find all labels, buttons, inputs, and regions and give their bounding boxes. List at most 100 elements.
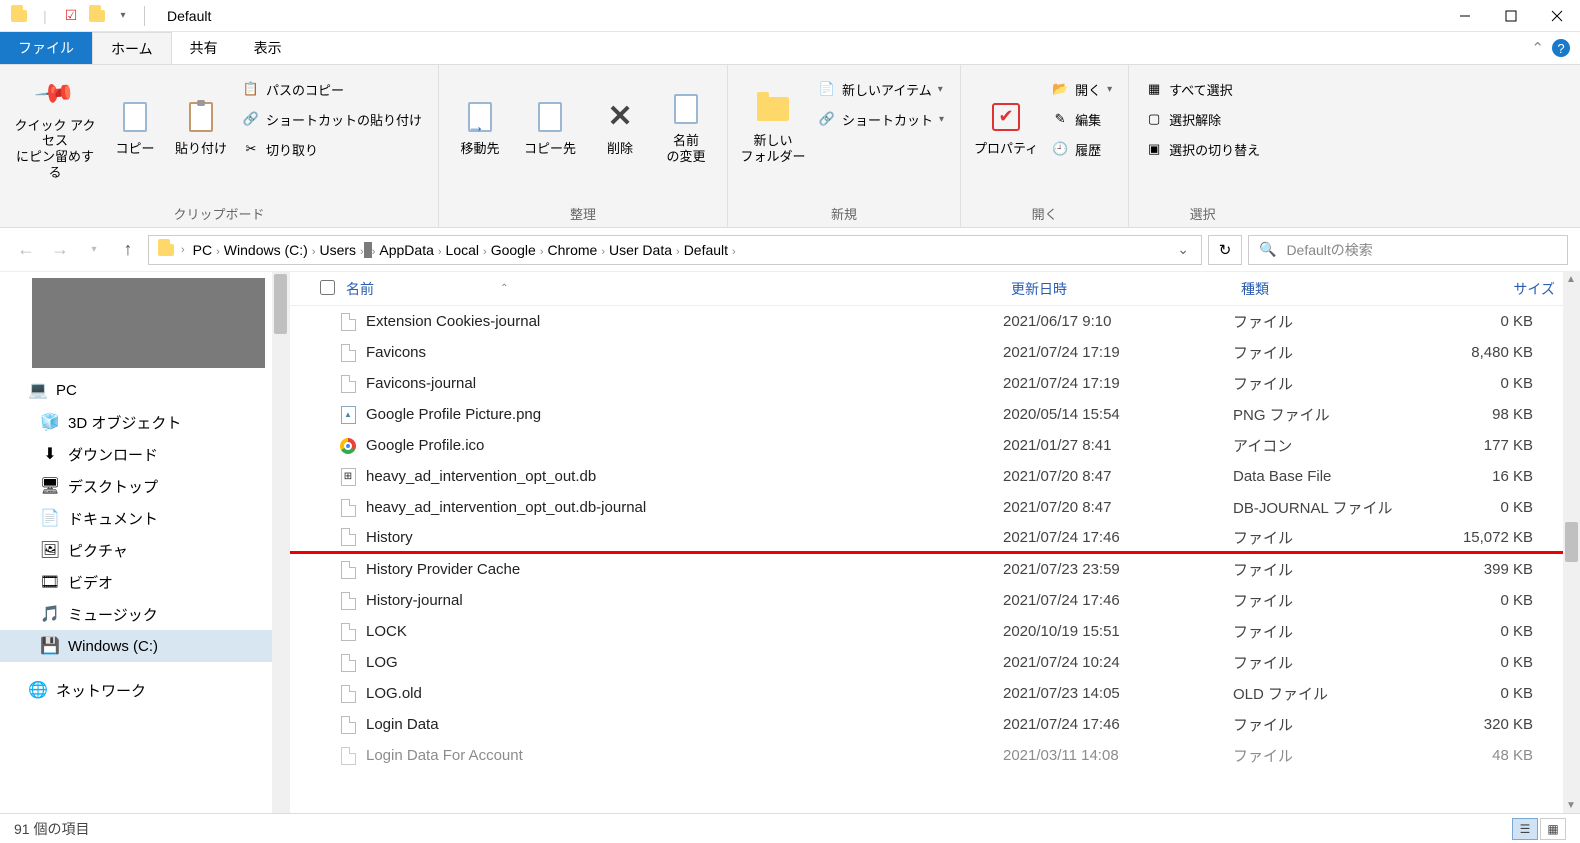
- copy-button[interactable]: コピー: [104, 69, 166, 185]
- shortcut-button[interactable]: 🔗ショートカット ▾: [812, 105, 950, 133]
- qat-dropdown-icon[interactable]: ▾: [112, 5, 134, 27]
- delete-button[interactable]: ✕削除: [589, 69, 651, 185]
- file-row[interactable]: History-journal2021/07/24 17:46ファイル0 KB: [290, 585, 1563, 616]
- sidebar-item-download[interactable]: ⬇ダウンロード: [0, 438, 289, 470]
- tab-view[interactable]: 表示: [236, 32, 300, 64]
- file-row[interactable]: History2021/07/24 17:46ファイル15,072 KB: [290, 523, 1563, 554]
- column-headers: 名前⌃ 更新日時 種類 サイズ: [290, 272, 1563, 306]
- edit-button[interactable]: ✎編集: [1045, 105, 1118, 133]
- file-row[interactable]: heavy_ad_intervention_opt_out.db-journal…: [290, 492, 1563, 523]
- new-item-button[interactable]: 📄新しいアイテム ▾: [812, 75, 950, 103]
- address-dropdown[interactable]: ⌄: [1171, 241, 1195, 258]
- breadcrumb-8[interactable]: User Data: [605, 242, 676, 258]
- help-icon[interactable]: ?: [1552, 39, 1570, 57]
- breadcrumb-6[interactable]: Google: [487, 242, 540, 258]
- group-label-organize: 整理: [570, 202, 596, 225]
- refresh-button[interactable]: ↻: [1208, 235, 1242, 265]
- history-button[interactable]: 🕘履歴: [1045, 135, 1118, 163]
- tab-home[interactable]: ホーム: [92, 32, 172, 64]
- search-input[interactable]: 🔍 Defaultの検索: [1248, 235, 1568, 265]
- breadcrumb-9[interactable]: Default: [680, 242, 732, 258]
- sidebar-item-video[interactable]: 🎞ビデオ: [0, 566, 289, 598]
- chevron-right-icon[interactable]: ›: [540, 246, 544, 258]
- forward-button[interactable]: →: [46, 236, 74, 264]
- group-label-clipboard: クリップボード: [174, 202, 265, 225]
- copy-to-button[interactable]: コピー先: [515, 69, 585, 185]
- sidebar-item-picture[interactable]: 🖼ピクチャ: [0, 534, 289, 566]
- new-folder-button[interactable]: 新しい フォルダー: [738, 69, 808, 185]
- ribbon-collapse-icon[interactable]: ⌃: [1531, 39, 1544, 57]
- sidebar-item-cube[interactable]: 🧊3D オブジェクト: [0, 406, 289, 438]
- sidebar-scrollbar[interactable]: [272, 272, 289, 813]
- properties-qat-icon[interactable]: ☑: [60, 5, 82, 27]
- chevron-right-icon[interactable]: ›: [438, 246, 442, 258]
- minimize-button[interactable]: [1442, 0, 1488, 32]
- file-row[interactable]: ▲Google Profile Picture.png2020/05/14 15…: [290, 399, 1563, 430]
- file-size: 0 KB: [1423, 685, 1563, 702]
- file-row[interactable]: ⊞heavy_ad_intervention_opt_out.db2021/07…: [290, 461, 1563, 492]
- view-details-button[interactable]: ☰: [1512, 818, 1538, 840]
- breadcrumb-1[interactable]: Windows (C:): [220, 242, 312, 258]
- column-type[interactable]: 種類: [1233, 279, 1423, 299]
- breadcrumb-2[interactable]: Users: [315, 242, 360, 258]
- select-all-icon: ▦: [1145, 80, 1163, 98]
- properties-button[interactable]: ✔プロパティ: [971, 69, 1041, 185]
- select-all-checkbox[interactable]: [320, 280, 335, 295]
- breadcrumb-0[interactable]: PC: [189, 242, 216, 258]
- sidebar-item-music[interactable]: 🎵ミュージック: [0, 598, 289, 630]
- breadcrumb-7[interactable]: Chrome: [544, 242, 602, 258]
- up-button[interactable]: ↑: [114, 236, 142, 264]
- cut-button[interactable]: ✂切り取り: [236, 135, 428, 163]
- group-label-new: 新規: [831, 202, 857, 225]
- sidebar-network[interactable]: 🌐ネットワーク: [0, 674, 289, 706]
- file-row[interactable]: LOCK2020/10/19 15:51ファイル0 KB: [290, 616, 1563, 647]
- new-folder-qat-icon[interactable]: [86, 5, 108, 27]
- sidebar-redacted: [32, 278, 265, 368]
- paste-shortcut-button[interactable]: 🔗ショートカットの貼り付け: [236, 105, 428, 133]
- chevron-right-icon[interactable]: ›: [181, 244, 185, 256]
- file-row[interactable]: Google Profile.ico2021/01/27 8:41アイコン177…: [290, 430, 1563, 461]
- tab-share[interactable]: 共有: [172, 32, 236, 64]
- content-scrollbar[interactable]: [1563, 272, 1580, 813]
- sidebar-item-document[interactable]: 📄ドキュメント: [0, 502, 289, 534]
- file-type: ファイル: [1233, 621, 1423, 642]
- rename-button[interactable]: 名前 の変更: [655, 69, 717, 185]
- copy-path-button[interactable]: 📋パスのコピー: [236, 75, 428, 103]
- deselect-button[interactable]: ▢選択解除: [1139, 105, 1266, 133]
- maximize-button[interactable]: [1488, 0, 1534, 32]
- sidebar-item-desktop[interactable]: 🖥デスクトップ: [0, 470, 289, 502]
- chevron-right-icon[interactable]: ›: [732, 246, 736, 258]
- breadcrumb-3[interactable]: [364, 242, 372, 258]
- select-all-button[interactable]: ▦すべて選択: [1139, 75, 1266, 103]
- back-button[interactable]: ←: [12, 236, 40, 264]
- invert-selection-button[interactable]: ▣選択の切り替え: [1139, 135, 1266, 163]
- column-size[interactable]: サイズ: [1423, 279, 1563, 299]
- view-icons-button[interactable]: ▦: [1540, 818, 1566, 840]
- sidebar-pc[interactable]: 💻PC: [0, 374, 289, 406]
- file-row[interactable]: LOG2021/07/24 10:24ファイル0 KB: [290, 647, 1563, 678]
- file-row[interactable]: LOG.old2021/07/23 14:05OLD ファイル0 KB: [290, 678, 1563, 709]
- file-row[interactable]: Favicons2021/07/24 17:19ファイル8,480 KB: [290, 337, 1563, 368]
- column-date[interactable]: 更新日時: [1003, 279, 1233, 299]
- close-button[interactable]: [1534, 0, 1580, 32]
- video-icon: 🎞: [40, 572, 60, 592]
- recent-dropdown[interactable]: ▾: [80, 236, 108, 264]
- file-type: Data Base File: [1233, 468, 1423, 485]
- column-name[interactable]: 名前⌃: [338, 279, 1003, 299]
- tab-file[interactable]: ファイル: [0, 32, 92, 64]
- address-bar[interactable]: › PC›Windows (C:)›Users››AppData›Local›G…: [148, 235, 1202, 265]
- file-row[interactable]: Login Data2021/07/24 17:46ファイル320 KB: [290, 709, 1563, 740]
- paste-button[interactable]: 貼り付け: [170, 69, 232, 185]
- file-type: ファイル: [1233, 590, 1423, 611]
- move-to-button[interactable]: →移動先: [449, 69, 511, 185]
- file-row[interactable]: Favicons-journal2021/07/24 17:19ファイル0 KB: [290, 368, 1563, 399]
- file-row[interactable]: Login Data For Account2021/03/11 14:08ファ…: [290, 740, 1563, 771]
- ribbon: 📌 クイック アクセス にピン留めする コピー 貼り付け 📋パスのコピー 🔗ショ…: [0, 64, 1580, 228]
- breadcrumb-4[interactable]: AppData: [375, 242, 437, 258]
- open-button[interactable]: 📂開く ▾: [1045, 75, 1118, 103]
- pin-quick-access-button[interactable]: 📌 クイック アクセス にピン留めする: [10, 69, 100, 185]
- sidebar-item-drive[interactable]: 💾Windows (C:): [0, 630, 289, 662]
- file-row[interactable]: Extension Cookies-journal2021/06/17 9:10…: [290, 306, 1563, 337]
- file-row[interactable]: History Provider Cache2021/07/23 23:59ファ…: [290, 554, 1563, 585]
- breadcrumb-5[interactable]: Local: [442, 242, 483, 258]
